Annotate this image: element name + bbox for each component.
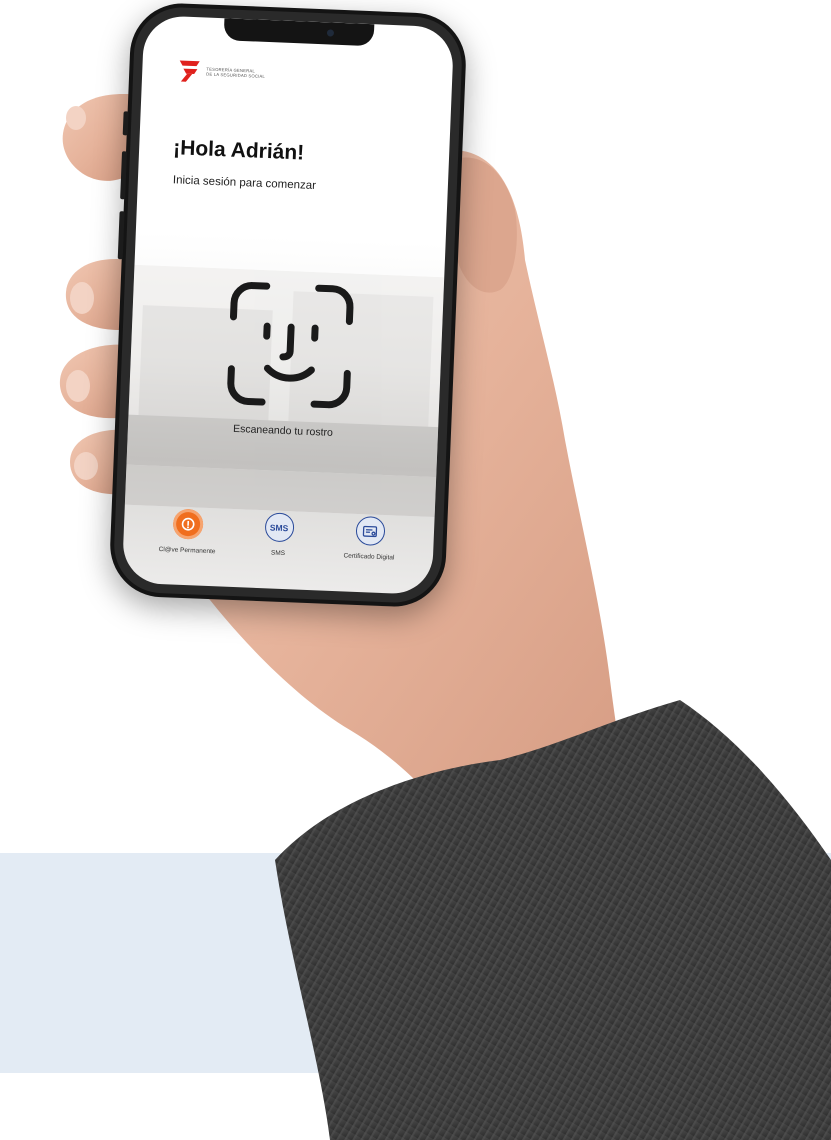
sms-icon-text: SMS bbox=[269, 521, 289, 533]
tgss-logo-mark bbox=[179, 60, 200, 82]
smartphone: Tesorería General de la Seguridad Social… bbox=[108, 1, 468, 609]
clave-permanente-label: Cl@ve Permanente bbox=[158, 546, 216, 556]
sms-label: SMS bbox=[270, 549, 286, 558]
certificado-digital-label: Certificado Digital bbox=[343, 552, 395, 562]
stage: Tesorería General de la Seguridad Social… bbox=[0, 0, 831, 1140]
phone-screen: Tesorería General de la Seguridad Social… bbox=[121, 15, 455, 595]
sms-icon: SMS bbox=[264, 512, 295, 543]
sms-option[interactable]: SMS SMS bbox=[236, 511, 322, 560]
notch bbox=[223, 18, 375, 47]
clave-icon bbox=[172, 508, 204, 540]
certificate-icon bbox=[354, 515, 386, 547]
mute-switch bbox=[122, 111, 129, 136]
volume-down-button bbox=[117, 211, 125, 260]
logo-line-2: de la Seguridad Social bbox=[206, 71, 266, 79]
face-id-icon bbox=[227, 282, 354, 409]
front-camera bbox=[326, 29, 335, 37]
tgss-logo: Tesorería General de la Seguridad Social bbox=[178, 58, 266, 85]
login-methods: Cl@ve Permanente SMS SMS Certificado Dig… bbox=[145, 507, 413, 563]
greeting-title: ¡Hola Adrián! bbox=[172, 136, 305, 165]
certificado-digital-option[interactable]: Certificado Digital bbox=[327, 515, 413, 564]
volume-up-button bbox=[120, 151, 128, 200]
clave-permanente-option[interactable]: Cl@ve Permanente bbox=[145, 507, 231, 556]
login-subtitle: Inicia sesión para comenzar bbox=[172, 174, 317, 193]
